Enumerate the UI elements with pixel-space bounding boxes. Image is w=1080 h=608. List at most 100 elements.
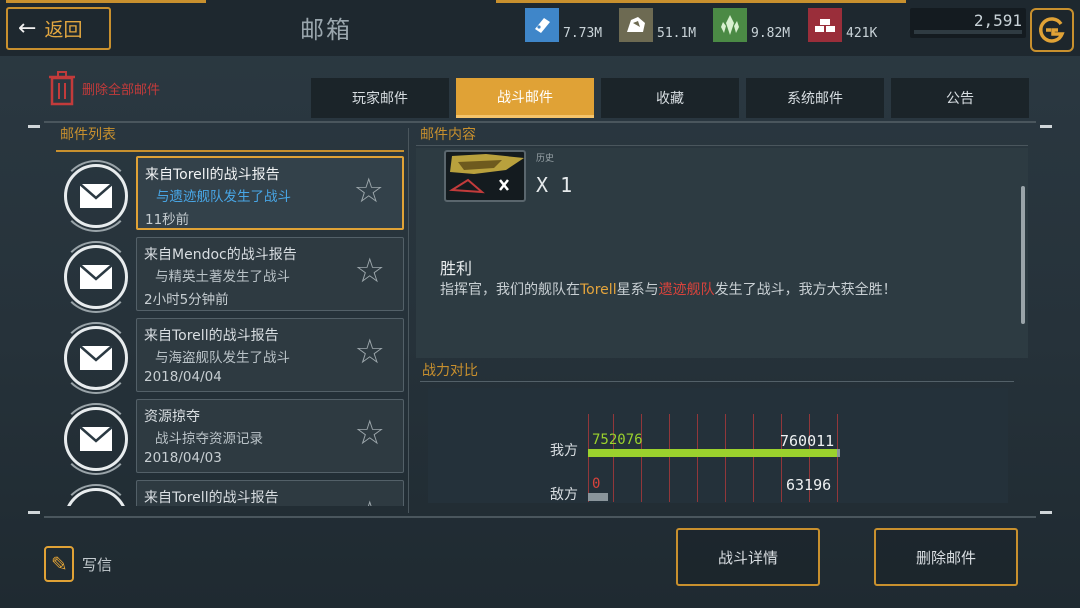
mail-subject: 战斗掠夺资源记录 [155, 431, 263, 447]
resource-value: 421K [846, 26, 878, 41]
mail-list-title: 邮件列表 [60, 127, 116, 143]
mail-time: 2018/04/04 [144, 369, 222, 385]
content-title-line [416, 145, 1028, 146]
mail-list[interactable]: 来自Torell的战斗报告 与遗迹舰队发生了战斗 11秒前 ☆ 来自Mendoc… [0, 156, 408, 506]
envelope-icon [60, 484, 132, 506]
star-icon[interactable]: ☆ [355, 335, 385, 369]
resource-value: 9.82M [751, 26, 791, 41]
mail-card[interactable]: 来自Torell的战斗报告 ☆ [136, 480, 404, 506]
grid-line [613, 414, 614, 502]
mail-card[interactable]: 来自Mendoc的战斗报告 与精英土著发生了战斗 2小时5分钟前 ☆ [136, 237, 404, 311]
trash-icon [49, 71, 75, 106]
victory-message: 指挥官，我们的舰队在Torell星系与遗迹舰队发生了战斗，我方大获全胜！ [440, 279, 897, 299]
grid-line [641, 414, 642, 502]
mail-list-underline [56, 150, 404, 152]
ours-bar-track [588, 449, 840, 457]
mail-card[interactable]: 来自Torell的战斗报告 与遗迹舰队发生了战斗 11秒前 ☆ [136, 156, 404, 230]
frame-corner [1040, 511, 1052, 514]
power-title-line [420, 381, 1014, 382]
battle-detail-label: 战斗详情 [717, 548, 778, 567]
ours-current-value: 752076 [592, 432, 643, 448]
tab-label: 玩家邮件 [352, 91, 408, 107]
message-system: Torell [580, 282, 617, 298]
message-suffix: 发生了战斗，我方大获全胜！ [714, 282, 897, 298]
mail-time: 2小时5分钟前 [144, 292, 229, 308]
resource-ore: 51.1M [619, 2, 696, 42]
grid-line [753, 414, 754, 502]
resource-alloy: 421K [808, 2, 877, 42]
list-item[interactable]: 来自Torell的战斗报告 ☆ [60, 480, 406, 506]
mail-from: 来自Torell的战斗报告 [145, 167, 280, 183]
message-enemy: 遗迹舰队 [658, 282, 715, 298]
envelope-icon [60, 403, 132, 475]
ours-total-value: 760011 [780, 432, 835, 450]
mail-subject: 与精英土著发生了战斗 [155, 269, 290, 285]
frame-corner [28, 511, 40, 514]
top-deco-line [6, 0, 206, 3]
alloy-bars-icon [808, 8, 842, 42]
frame-corner [28, 125, 40, 128]
list-item[interactable]: 来自Torell的战斗报告 与海盗舰队发生了战斗 2018/04/04 ☆ [60, 318, 406, 396]
frame-bottom-line [44, 516, 1036, 518]
back-button[interactable]: ← 返回 [6, 7, 111, 50]
enemy-label: 敌方 [550, 487, 578, 503]
ore-rock-icon [619, 8, 653, 42]
write-letter-button[interactable]: 写信 [44, 546, 112, 582]
mail-from: 资源掠夺 [144, 409, 200, 425]
g-coin-icon[interactable] [1030, 8, 1074, 52]
grid-line [588, 414, 589, 502]
grid-line [669, 414, 670, 502]
mail-from: 来自Mendoc的战斗报告 [144, 247, 297, 263]
write-letter-label: 写信 [82, 555, 113, 574]
content-scrollbar[interactable] [1021, 186, 1025, 324]
delete-mail-button[interactable]: 删除邮件 [874, 528, 1018, 586]
enemy-bar-fill [588, 493, 609, 501]
power-compare-title: 战力对比 [422, 363, 478, 379]
tab-battle-mail[interactable]: 战斗邮件 [456, 78, 594, 118]
tab-label: 收藏 [656, 91, 684, 107]
panel-divider [408, 128, 409, 513]
star-icon[interactable]: ☆ [355, 254, 385, 288]
grid-line [697, 414, 698, 502]
mail-subject: 与遗迹舰队发生了战斗 [156, 189, 291, 205]
back-label: 返回 [44, 19, 83, 41]
credits-bar [914, 30, 1022, 34]
reward-item-count: X 1 [536, 173, 573, 197]
star-icon[interactable]: ☆ [355, 416, 385, 450]
star-icon[interactable]: ☆ [354, 174, 384, 208]
mail-subject: 与海盗舰队发生了战斗 [155, 350, 290, 366]
tab-announcements[interactable]: 公告 [891, 78, 1029, 118]
mail-card[interactable]: 资源掠夺 战斗掠夺资源记录 2018/04/03 ☆ [136, 399, 404, 473]
tab-system-mail[interactable]: 系统邮件 [746, 78, 884, 118]
page-title: 邮箱 [300, 16, 352, 44]
list-item[interactable]: 资源掠夺 战斗掠夺资源记录 2018/04/03 ☆ [60, 399, 406, 477]
resource-crystal: 9.82M [713, 2, 790, 42]
tab-favorites[interactable]: 收藏 [601, 78, 739, 118]
list-item[interactable]: 来自Torell的战斗报告 与遗迹舰队发生了战斗 11秒前 ☆ [60, 156, 406, 234]
mail-card[interactable]: 来自Torell的战斗报告 与海盗舰队发生了战斗 2018/04/04 ☆ [136, 318, 404, 392]
mail-time: 11秒前 [145, 212, 190, 228]
tab-player-mail[interactable]: 玩家邮件 [311, 78, 449, 118]
grid-line [781, 414, 782, 502]
reward-item-slot[interactable] [444, 150, 526, 202]
battle-detail-button[interactable]: 战斗详情 [676, 528, 820, 586]
mail-time: 2018/04/03 [144, 450, 222, 466]
star-icon[interactable]: ☆ [355, 497, 385, 506]
envelope-icon [60, 322, 132, 394]
message-mid: 星系与 [616, 282, 659, 298]
mail-content-title: 邮件内容 [420, 127, 476, 143]
frame-top-line [44, 121, 1036, 123]
enemy-bar-track [588, 493, 840, 501]
credits-value: 2,591 [973, 11, 1022, 30]
envelope-icon [60, 241, 132, 313]
reward-item-name: 历史 [536, 154, 555, 164]
ours-label: 我方 [550, 443, 578, 459]
mail-from: 来自Torell的战斗报告 [144, 490, 279, 506]
delete-mail-label: 删除邮件 [915, 548, 976, 567]
delete-all-button[interactable]: 删除全部邮件 [48, 70, 160, 106]
list-item[interactable]: 来自Mendoc的战斗报告 与精英土著发生了战斗 2小时5分钟前 ☆ [60, 237, 406, 315]
grid-line [837, 414, 838, 502]
tab-label: 公告 [946, 91, 974, 107]
crystal-icon [713, 8, 747, 42]
victory-title: 胜利 [440, 259, 473, 278]
